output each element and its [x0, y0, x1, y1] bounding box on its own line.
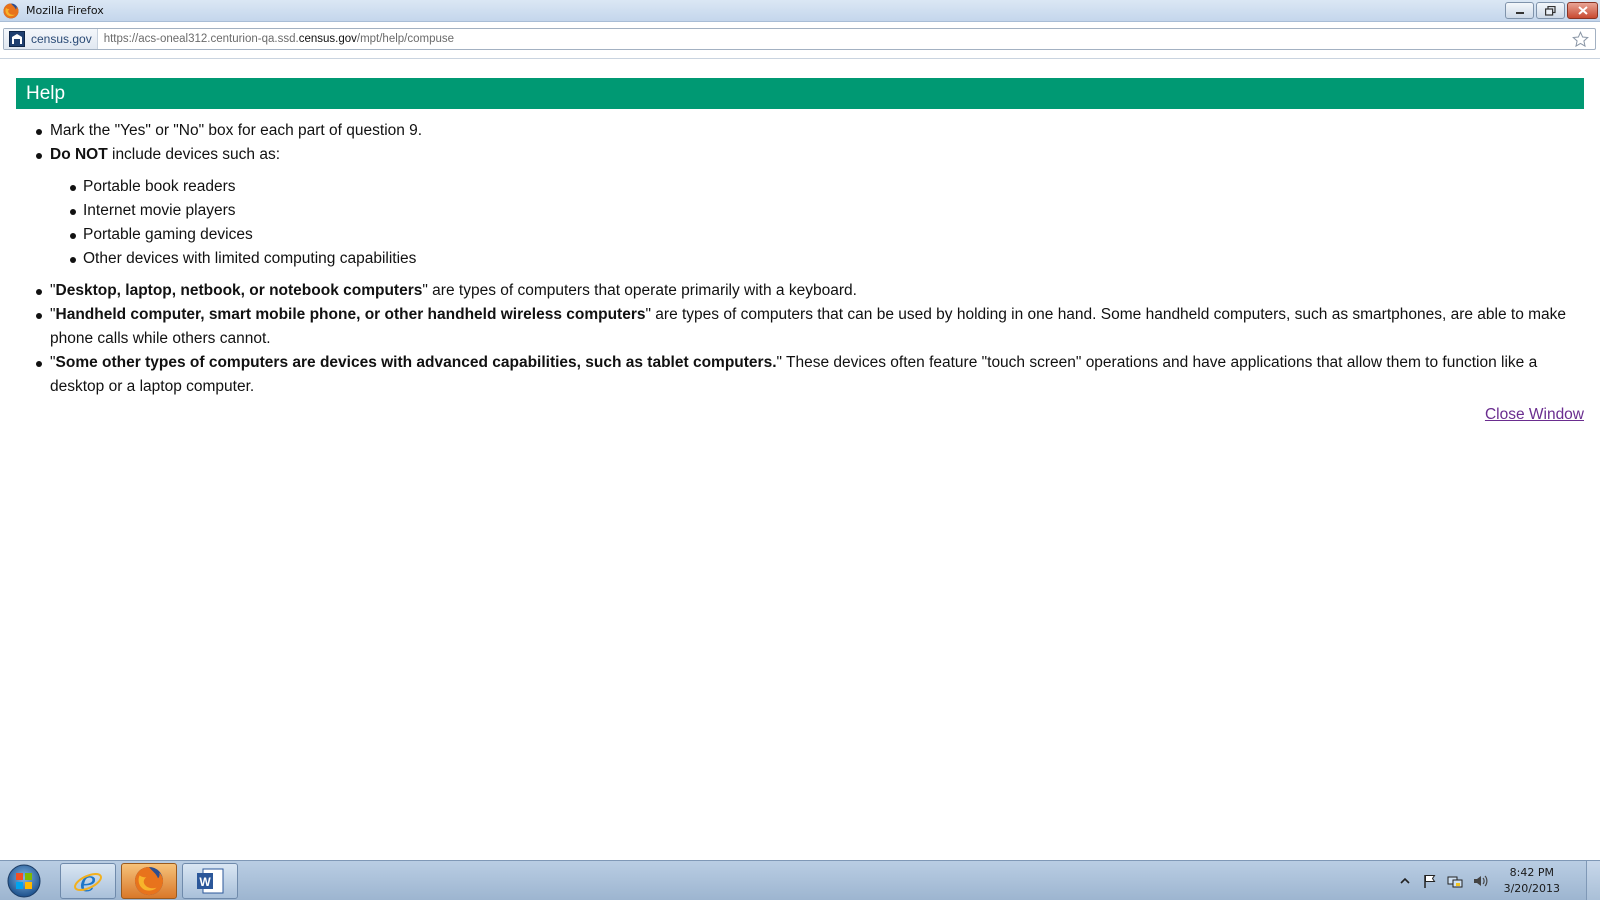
show-hidden-icons-chevron-icon[interactable]: [1397, 873, 1413, 889]
taskbar-internet-explorer-button[interactable]: e: [60, 863, 116, 899]
minimize-icon: [1515, 11, 1524, 14]
excluded-device-item: Portable gaming devices: [50, 223, 1584, 247]
firefox-icon: [134, 866, 164, 896]
help-item-do-not-include: Do NOT include devices such as: Portable…: [16, 143, 1584, 271]
excluded-device-item: Internet movie players: [50, 199, 1584, 223]
excluded-device-text: Portable book readers: [83, 178, 236, 195]
close-window-row: Close Window: [16, 406, 1584, 424]
show-desktop-button[interactable]: [1586, 861, 1600, 900]
site-identity-button[interactable]: census.gov: [4, 29, 98, 49]
window-controls: [1505, 2, 1598, 19]
url-prefix: https://acs-oneal312.centurion-qa.ssd.: [103, 33, 299, 45]
site-favicon-icon: [9, 31, 25, 47]
excluded-devices-list: Portable book readers Internet movie pla…: [50, 175, 1584, 271]
url-text[interactable]: https://acs-oneal312.centurion-qa.ssd.ce…: [104, 33, 454, 45]
help-item-text: " are types of computers that operate pr…: [422, 282, 857, 299]
bullet: [70, 185, 76, 191]
excluded-device-item: Portable book readers: [50, 175, 1584, 199]
microsoft-word-icon: W: [197, 868, 224, 894]
svg-text:e: e: [80, 866, 97, 896]
bullet: [70, 209, 76, 215]
url-domain: census.gov: [298, 33, 357, 45]
help-page: Help Mark the "Yes" or "No" box for each…: [16, 78, 1584, 424]
volume-speaker-icon[interactable]: [1472, 873, 1488, 889]
bullet: [70, 257, 76, 263]
help-item-desktop-computers: "Desktop, laptop, netbook, or notebook c…: [16, 279, 1584, 303]
bullet: [36, 361, 42, 367]
clock-time: 8:42 PM: [1509, 866, 1554, 879]
bookmark-star-icon[interactable]: [1572, 31, 1589, 48]
url-bar[interactable]: census.gov https://acs-oneal312.centurio…: [3, 28, 1596, 50]
bullet: [36, 313, 42, 319]
restore-icon: [1545, 5, 1556, 16]
close-window-button[interactable]: [1567, 2, 1598, 19]
help-item-bold-text: Do NOT: [50, 146, 108, 163]
help-item-bold-text: Some other types of computers are device…: [55, 354, 777, 371]
url-path: /mpt/help/compuse: [356, 33, 455, 45]
system-clock[interactable]: 8:42 PM 3/20/2013: [1504, 865, 1560, 897]
taskbar-word-button[interactable]: W: [182, 863, 238, 899]
excluded-device-item: Other devices with limited computing cap…: [50, 247, 1584, 271]
excluded-device-text: Portable gaming devices: [83, 226, 253, 243]
action-center-flag-icon[interactable]: [1422, 873, 1438, 889]
taskbar-firefox-button[interactable]: [121, 863, 177, 899]
minimize-button[interactable]: [1505, 2, 1534, 19]
bullet: [70, 233, 76, 239]
help-list: Mark the "Yes" or "No" box for each part…: [16, 119, 1584, 399]
help-item-bold-text: Desktop, laptop, netbook, or notebook co…: [55, 282, 423, 299]
internet-explorer-icon: e: [74, 866, 102, 896]
bullet: [36, 153, 42, 159]
help-item-handheld-computers: "Handheld computer, smart mobile phone, …: [16, 303, 1584, 351]
window-title: Mozilla Firefox: [26, 4, 104, 17]
help-item-text: include devices such as:: [107, 146, 281, 163]
start-button-windows-icon[interactable]: [4, 862, 44, 900]
excluded-device-text: Other devices with limited computing cap…: [83, 250, 417, 267]
site-identity-label: census.gov: [31, 32, 92, 46]
close-window-link[interactable]: Close Window: [1485, 406, 1584, 423]
bullet: [36, 289, 42, 295]
navigation-toolbar: census.gov https://acs-oneal312.centurio…: [0, 23, 1600, 59]
help-header: Help: [16, 78, 1584, 109]
network-icon[interactable]: [1447, 873, 1463, 889]
help-item-text: Mark the "Yes" or "No" box for each part…: [50, 122, 423, 139]
help-item-other-computers: "Some other types of computers are devic…: [16, 351, 1584, 399]
help-item-bold-text: Handheld computer, smart mobile phone, o…: [55, 306, 646, 323]
window-title-bar[interactable]: Mozilla Firefox: [0, 0, 1600, 22]
clock-date: 3/20/2013: [1503, 882, 1560, 895]
restore-button[interactable]: [1536, 2, 1565, 19]
close-icon: [1577, 6, 1588, 15]
help-item-mark-box: Mark the "Yes" or "No" box for each part…: [16, 119, 1584, 143]
system-tray: 8:42 PM 3/20/2013: [1388, 861, 1560, 900]
bullet: [36, 129, 42, 135]
taskbar: e W 8:42 PM 3/20/2013: [0, 860, 1600, 900]
firefox-icon: [3, 3, 19, 18]
excluded-device-text: Internet movie players: [83, 202, 236, 219]
svg-text:W: W: [199, 875, 211, 889]
